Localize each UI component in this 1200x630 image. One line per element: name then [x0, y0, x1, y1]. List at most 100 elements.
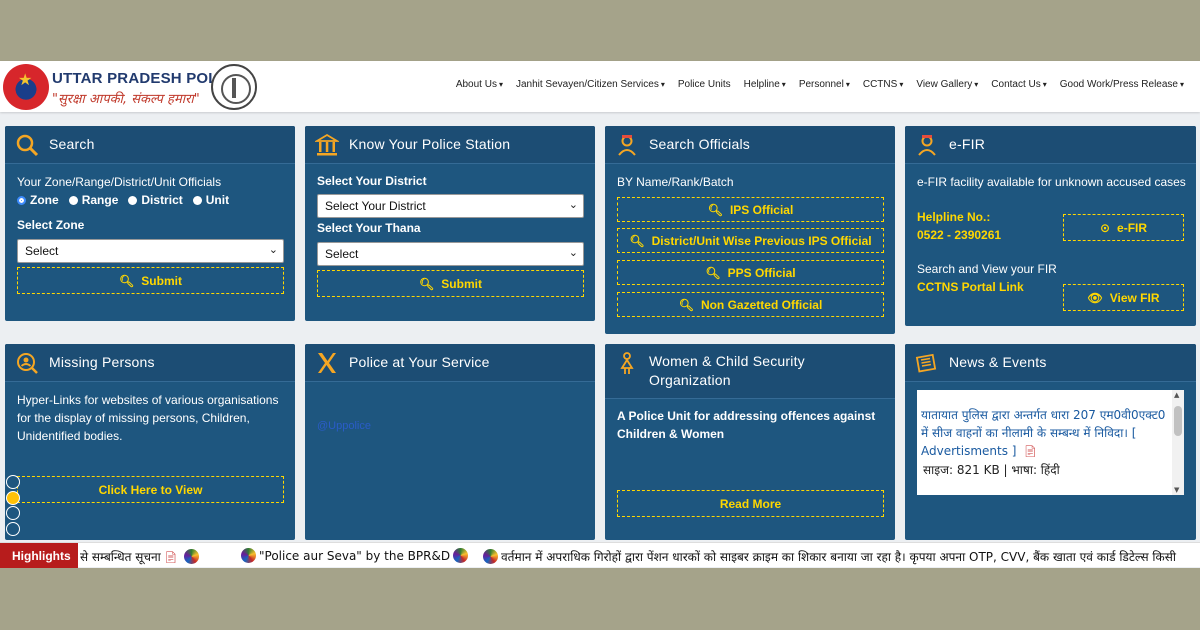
search-subtitle: Your Zone/Range/District/Unit Officials	[17, 175, 222, 189]
women-description: A Police Unit for addressing offences ag…	[617, 409, 876, 441]
side-dot-active[interactable]	[6, 490, 20, 505]
ips-official-button[interactable]: 🔍︎ IPS Official	[617, 197, 884, 222]
card-header: Know Your Police Station	[305, 126, 595, 164]
officer-icon	[918, 135, 936, 156]
women-child-security-card: Women & Child Security Organization A Pol…	[605, 344, 895, 540]
zone-label: Select Zone	[17, 218, 85, 232]
caret-down-icon: ▾	[781, 80, 786, 89]
radio-checked-icon	[17, 196, 26, 205]
search-submit-button[interactable]: 🔍︎ Submit	[17, 267, 284, 294]
woman-icon	[620, 352, 634, 374]
site-tagline: "सुरक्षा आपकी, संकल्प हमारा"	[52, 92, 200, 107]
news-item-meta: साइज: 821 KB | भाषा: हिंदी	[923, 463, 1060, 477]
twitter-handle-link[interactable]: @Uppolice	[317, 417, 371, 435]
nav-good-work[interactable]: Good Work/Press Release ▾	[1060, 79, 1184, 90]
card-header: Missing Persons	[5, 344, 295, 382]
police-station-icon	[315, 133, 339, 156]
nav-contact-us[interactable]: Contact Us ▾	[991, 79, 1046, 90]
police-station-submit-button[interactable]: 🔍︎ Submit	[317, 270, 584, 297]
click-here-to-view-button[interactable]: Click Here to View	[17, 476, 284, 503]
radio-group: Zone Range District Unit	[17, 191, 229, 209]
caret-down-icon: ▾	[845, 80, 850, 89]
efir-button[interactable]: ⊙ e-FIR	[1063, 214, 1184, 241]
missing-person-search-icon	[17, 353, 38, 374]
up-police-logo-icon[interactable]: ★	[3, 64, 49, 110]
efir-card: e-FIR e-FIR facility available for unkno…	[905, 126, 1196, 326]
pdf-icon: 📄︎	[1023, 445, 1038, 458]
side-dot[interactable]	[6, 506, 20, 520]
news-list[interactable]: यातायात पुलिस द्वारा अन्तर्गत धारा 207 ए…	[917, 390, 1184, 495]
view-fir-description: Search and View your FIR	[917, 262, 1057, 276]
view-fir-button[interactable]: 👁︎ View FIR	[1063, 284, 1184, 311]
search-card: Search Your Zone/Range/District/Unit Off…	[5, 126, 295, 321]
radio-zone[interactable]: Zone	[17, 193, 59, 207]
district-select[interactable]: Select Your District ⌄	[317, 194, 584, 218]
side-dot[interactable]	[6, 521, 20, 536]
cctns-portal-link[interactable]: CCTNS Portal Link	[917, 278, 1024, 296]
nav-cctns[interactable]: CCTNS ▾	[863, 79, 903, 90]
card-title: Women & Child Security Organization	[649, 353, 805, 388]
search-icon: 🔍︎	[119, 273, 135, 288]
new-wheel-icon	[483, 549, 498, 564]
card-header: e-FIR	[905, 126, 1196, 164]
caret-down-icon: ▾	[498, 80, 503, 89]
search-icon: 🔍︎	[705, 265, 721, 280]
thana-label: Select Your Thana	[317, 221, 421, 235]
scroll-down-icon[interactable]: ▼	[1174, 486, 1179, 494]
nav-view-gallery[interactable]: View Gallery ▾	[916, 79, 978, 90]
card-title: News & Events	[949, 354, 1047, 370]
caret-down-icon: ▾	[1179, 80, 1184, 89]
header: ★ UTTAR PRADESH POLICE "सुरक्षा आपकी, सं…	[0, 61, 1200, 112]
helpline-label: Helpline No.:	[917, 210, 991, 224]
card-title: e-FIR	[949, 136, 985, 152]
officials-subtitle: BY Name/Rank/Batch	[617, 175, 734, 189]
caret-down-icon: ▾	[899, 80, 904, 89]
side-dot[interactable]	[6, 475, 20, 489]
ticker-track: से सम्बन्धित सूचना 📄︎ "Police aur Seva" b…	[80, 543, 1200, 568]
scroll-up-icon[interactable]: ▲	[1174, 391, 1179, 399]
pps-official-button[interactable]: 🔍︎ PPS Official	[617, 260, 884, 285]
read-more-button[interactable]: Read More	[617, 490, 884, 517]
state-emblem-icon	[211, 64, 257, 110]
nav-janhit-sevayen[interactable]: Janhit Sevayen/Citizen Services ▾	[516, 79, 665, 90]
target-icon: ⊙	[1099, 220, 1111, 235]
search-icon: 🔍︎	[707, 202, 723, 217]
previous-ips-official-button[interactable]: 🔍︎ District/Unit Wise Previous IPS Offici…	[617, 228, 884, 253]
nav-helpline[interactable]: Helpline ▾	[744, 79, 786, 90]
chevron-down-icon: ⌄	[268, 243, 278, 256]
zone-select[interactable]: Select ⌄	[17, 239, 284, 263]
caret-down-icon: ▾	[974, 80, 979, 89]
card-header: Search Officials	[605, 126, 895, 164]
new-wheel-icon	[241, 548, 256, 563]
newspaper-icon	[915, 353, 937, 373]
radio-district[interactable]: District	[128, 193, 183, 207]
caret-down-icon: ▾	[1042, 80, 1047, 89]
nav-personnel[interactable]: Personnel ▾	[799, 79, 850, 90]
radio-unit[interactable]: Unit	[192, 193, 229, 207]
card-title: Missing Persons	[49, 354, 155, 370]
thana-select[interactable]: Select ⌄	[317, 242, 584, 266]
radio-range[interactable]: Range	[68, 193, 118, 207]
chevron-down-icon: ⌄	[568, 198, 578, 211]
news-events-card: News & Events यातायात पुलिस द्वारा अन्तर…	[905, 344, 1196, 540]
helpline-number[interactable]: 0522 - 2390261	[917, 226, 1001, 244]
x-twitter-icon	[318, 353, 336, 373]
search-icon: 🔍︎	[678, 297, 694, 312]
card-title: Search	[49, 136, 95, 152]
scrollbar-thumb[interactable]	[1174, 406, 1182, 436]
eye-icon: 👁︎	[1087, 290, 1103, 305]
nav-about-us[interactable]: About Us ▾	[456, 79, 503, 90]
news-item-link[interactable]: यातायात पुलिस द्वारा अन्तर्गत धारा 207 ए…	[921, 406, 1169, 461]
ticker-item[interactable]: "Police aur Seva" by the BPR&D	[238, 548, 471, 563]
non-gazetted-official-button[interactable]: 🔍︎ Non Gazetted Official	[617, 292, 884, 317]
nav-police-units[interactable]: Police Units	[678, 79, 731, 90]
ticker-item[interactable]: से सम्बन्धित सूचना 📄︎	[80, 548, 202, 565]
card-header: Police at Your Service	[305, 344, 595, 382]
card-title: Search Officials	[649, 136, 750, 152]
ticker-item[interactable]: वर्तमान में अपराधिक गिरोहों द्वारा पेंशन…	[480, 548, 1176, 565]
card-title: Police at Your Service	[349, 354, 490, 370]
search-icon: 🔍︎	[629, 233, 645, 248]
new-wheel-icon	[453, 548, 469, 563]
radio-unchecked-icon	[68, 196, 78, 205]
news-scrollbar[interactable]: ▲ ▼	[1172, 390, 1184, 495]
